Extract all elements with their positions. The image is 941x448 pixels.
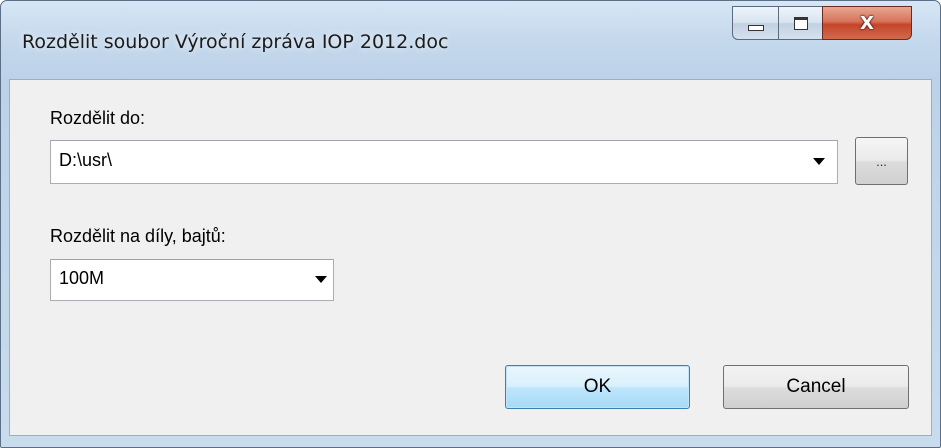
window-title: Rozdělit soubor Výroční zpráva IOP 2012.… <box>22 31 449 53</box>
split-to-label: Rozdělit do: <box>50 108 146 128</box>
browse-label: ... <box>876 153 887 169</box>
close-icon: X <box>860 12 874 34</box>
part-size-label: Rozdělit na díly, bajtů: <box>50 226 226 246</box>
dialog-window: Rozdělit soubor Výroční zpráva IOP 2012.… <box>0 0 941 448</box>
split-to-combobox[interactable]: D:\usr\ <box>50 140 838 184</box>
cancel-button-label: Cancel <box>786 376 846 397</box>
maximize-icon <box>793 16 808 30</box>
cancel-button[interactable]: Cancel <box>723 365 909 409</box>
close-button[interactable]: X <box>822 6 912 40</box>
caption-buttons: X <box>732 6 932 43</box>
dropdown-arrow-icon[interactable] <box>813 158 825 165</box>
dialog-client-area: Rozdělit do: D:\usr\ ... Rozdělit na díl… <box>9 79 932 436</box>
ok-button[interactable]: OK <box>505 365 690 409</box>
minimize-icon <box>747 25 764 31</box>
part-size-combobox[interactable]: 100M <box>50 259 334 301</box>
maximize-button[interactable] <box>778 6 822 40</box>
part-size-value: 100M <box>59 268 105 288</box>
split-to-value: D:\usr\ <box>59 150 113 170</box>
ok-button-label: OK <box>583 376 612 397</box>
title-bar[interactable]: Rozdělit soubor Výroční zpráva IOP 2012.… <box>1 1 940 79</box>
browse-button[interactable]: ... <box>855 137 908 185</box>
dropdown-arrow-icon[interactable] <box>315 276 327 283</box>
minimize-button[interactable] <box>732 6 778 40</box>
